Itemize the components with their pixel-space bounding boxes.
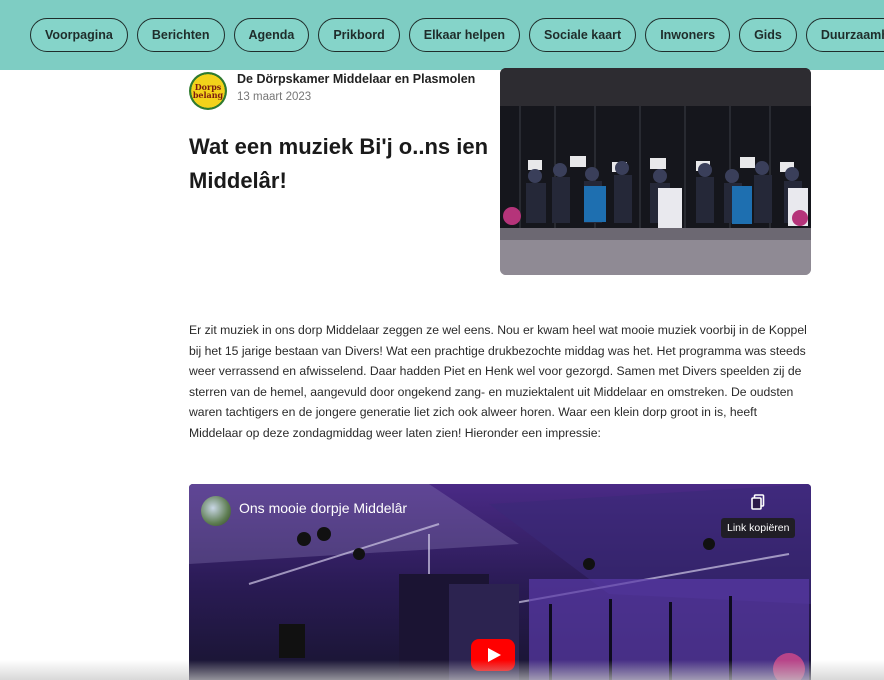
nav-gids[interactable]: Gids <box>739 18 797 52</box>
dorpsbelang-logo[interactable]: Dorps belang <box>189 72 227 110</box>
nav-berichten[interactable]: Berichten <box>136 18 225 52</box>
author-name[interactable]: De Dörpskamer Middelaar en Plasmolen <box>237 72 475 86</box>
author-meta: De Dörpskamer Middelaar en Plasmolen 13 … <box>237 72 475 110</box>
logo-text-bottom: belang <box>192 90 224 100</box>
nav-inwoners[interactable]: Inwoners <box>645 18 731 52</box>
post-body-text: Er zit muziek in ons dorp Middelaar zegg… <box>189 323 807 440</box>
post-date: 13 maart 2023 <box>237 91 312 103</box>
nav-voorpagina[interactable]: Voorpagina <box>30 18 128 52</box>
nav-agenda[interactable]: Agenda <box>233 18 310 52</box>
channel-avatar[interactable] <box>201 496 231 526</box>
hero-image[interactable] <box>500 68 811 275</box>
page-bottom-fade <box>0 660 884 680</box>
post-author-row: Dorps belang De Dörpskamer Middelaar en … <box>189 72 475 110</box>
copy-link-tooltip: Link kopiëren <box>721 518 796 538</box>
post-title: Wat een muziek Bi'j o..ns ien Middelâr! <box>189 134 489 193</box>
video-title[interactable]: Ons mooie dorpje Middelâr <box>239 500 407 516</box>
nav-sociale-kaart[interactable]: Sociale kaart <box>529 18 637 52</box>
nav-prikbord[interactable]: Prikbord <box>318 18 400 52</box>
top-navigation: Voorpagina Berichten Agenda Prikbord Elk… <box>0 0 884 70</box>
embedded-video[interactable]: Ons mooie dorpje Middelâr Link kopiëren <box>189 484 811 680</box>
orchestra-photo <box>500 68 811 275</box>
nav-duurzaamheid[interactable]: Duurzaamheid <box>805 18 884 52</box>
copy-link-icon[interactable] <box>751 494 765 515</box>
nav-elkaar-helpen[interactable]: Elkaar helpen <box>408 18 521 52</box>
